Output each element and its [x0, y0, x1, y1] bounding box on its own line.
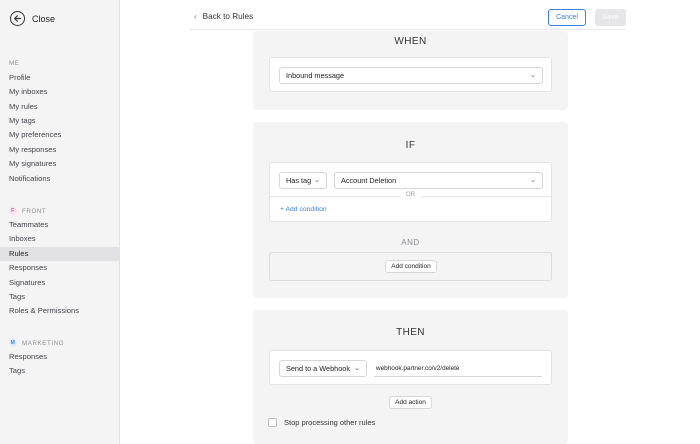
sidebar-item-my-rules[interactable]: My rules: [0, 100, 119, 114]
stop-processing-label: Stop processing other rules: [284, 418, 376, 427]
when-panel: WHEN Inbound message ⌄: [253, 31, 568, 110]
back-label: Back to Rules: [202, 12, 254, 21]
chevron-down-icon: ⌄: [530, 72, 536, 79]
and-label: AND: [401, 238, 420, 247]
settings-sidebar: Close ME Profile My inboxes My rules My …: [0, 0, 120, 444]
front-badge-icon: F: [9, 207, 17, 215]
sidebar-item-teammates[interactable]: Teammates: [0, 218, 119, 232]
save-button[interactable]: Save: [595, 9, 626, 26]
chevron-left-icon: ‹: [194, 12, 197, 21]
section-heading-marketing: M MARKETING: [9, 339, 65, 347]
if-panel: IF Has tag ⌄ Account Deletion ⌄ OR + Add…: [253, 122, 568, 298]
then-panel: THEN Send to a Webhook ⌄ webhook.partner…: [253, 310, 568, 444]
sidebar-item-marketing-responses[interactable]: Responses: [0, 350, 119, 364]
add-or-condition-link[interactable]: + Add condition: [280, 206, 327, 213]
then-title: THEN: [396, 327, 425, 338]
sidebar-item-signatures[interactable]: Signatures: [0, 276, 119, 290]
then-action-box: Send to a Webhook ⌄ webhook.partner.co/v…: [269, 350, 552, 385]
if-title: IF: [405, 140, 416, 151]
action-type-value: Send to a Webhook: [286, 364, 350, 373]
close-button[interactable]: Close: [10, 11, 55, 26]
section-heading-me: ME: [9, 60, 20, 67]
sidebar-item-my-inboxes[interactable]: My inboxes: [0, 85, 119, 99]
condition-type-select[interactable]: Has tag ⌄: [279, 172, 327, 189]
sidebar-item-notifications[interactable]: Notifications: [0, 172, 119, 186]
condition-value: Account Deletion: [341, 176, 397, 185]
section-heading-front: F FRONT: [9, 207, 46, 215]
action-type-select[interactable]: Send to a Webhook ⌄: [279, 360, 367, 377]
sidebar-item-tags[interactable]: Tags: [0, 290, 119, 304]
rule-editor-header: ‹ Back to Rules Cancel Save: [190, 9, 626, 30]
marketing-badge-icon: M: [9, 339, 17, 347]
sidebar-item-my-signatures[interactable]: My signatures: [0, 157, 119, 171]
webhook-url-input[interactable]: webhook.partner.co/v2/delete: [374, 360, 542, 377]
chevron-down-icon: ⌄: [314, 177, 320, 184]
add-action-button[interactable]: Add action: [389, 396, 432, 409]
chevron-down-icon: ⌄: [354, 365, 360, 372]
stop-processing-row: Stop processing other rules: [268, 418, 375, 427]
and-condition-box: Add condition: [269, 252, 552, 281]
condition-type-value: Has tag: [286, 176, 312, 185]
sidebar-item-my-preferences[interactable]: My preferences: [0, 128, 119, 142]
sidebar-item-my-tags[interactable]: My tags: [0, 114, 119, 128]
back-arrow-icon: [10, 11, 25, 26]
cancel-button[interactable]: Cancel: [548, 9, 586, 26]
sidebar-item-roles-permissions[interactable]: Roles & Permissions: [0, 304, 119, 318]
sidebar-item-my-responses[interactable]: My responses: [0, 143, 119, 157]
sidebar-item-marketing-tags[interactable]: Tags: [0, 364, 119, 378]
condition-value-select[interactable]: Account Deletion ⌄: [334, 172, 543, 189]
sidebar-item-profile[interactable]: Profile: [0, 71, 119, 85]
sidebar-item-responses[interactable]: Responses: [0, 261, 119, 275]
close-label: Close: [32, 13, 56, 24]
when-trigger-box: Inbound message ⌄: [269, 57, 552, 92]
trigger-select[interactable]: Inbound message ⌄: [279, 67, 543, 84]
back-to-rules-link[interactable]: ‹ Back to Rules: [194, 12, 253, 21]
chevron-down-icon: ⌄: [530, 177, 536, 184]
sidebar-item-inboxes[interactable]: Inboxes: [0, 232, 119, 246]
or-label: OR: [400, 192, 421, 198]
when-title: WHEN: [394, 36, 427, 47]
if-condition-box: Has tag ⌄ Account Deletion ⌄ OR + Add co…: [269, 162, 552, 222]
stop-processing-checkbox[interactable]: [268, 418, 277, 427]
sidebar-item-rules[interactable]: Rules: [0, 247, 119, 261]
trigger-value: Inbound message: [286, 71, 345, 80]
add-and-condition-button[interactable]: Add condition: [385, 260, 437, 273]
